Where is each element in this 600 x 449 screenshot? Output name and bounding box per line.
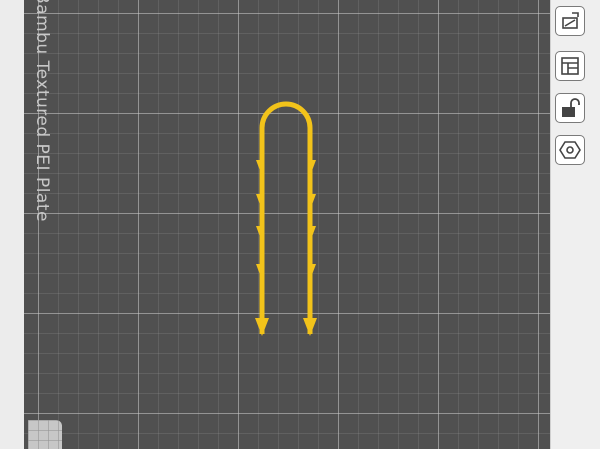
lock-icon bbox=[562, 98, 580, 117]
model-barb bbox=[310, 194, 316, 210]
model-barb bbox=[256, 264, 262, 280]
orient-button[interactable] bbox=[555, 6, 585, 36]
lock-button[interactable] bbox=[555, 93, 585, 123]
model-hairpin[interactable] bbox=[0, 0, 600, 449]
model-barb bbox=[256, 226, 262, 242]
model-outline bbox=[259, 101, 313, 334]
model-barb bbox=[256, 160, 262, 176]
plate-settings-button[interactable] bbox=[555, 135, 585, 165]
model-barb bbox=[310, 160, 316, 176]
arrange-button[interactable] bbox=[555, 51, 585, 81]
right-toolbar bbox=[550, 0, 600, 449]
orient-icon bbox=[562, 12, 579, 29]
arrange-icon bbox=[561, 57, 579, 75]
model-barb bbox=[310, 264, 316, 280]
model-hairpin-body bbox=[259, 101, 313, 334]
model-barb bbox=[255, 318, 269, 336]
model-barb bbox=[256, 194, 262, 210]
plate-settings-icon bbox=[559, 141, 581, 159]
model-barb bbox=[310, 226, 316, 242]
model-barb bbox=[303, 318, 317, 336]
